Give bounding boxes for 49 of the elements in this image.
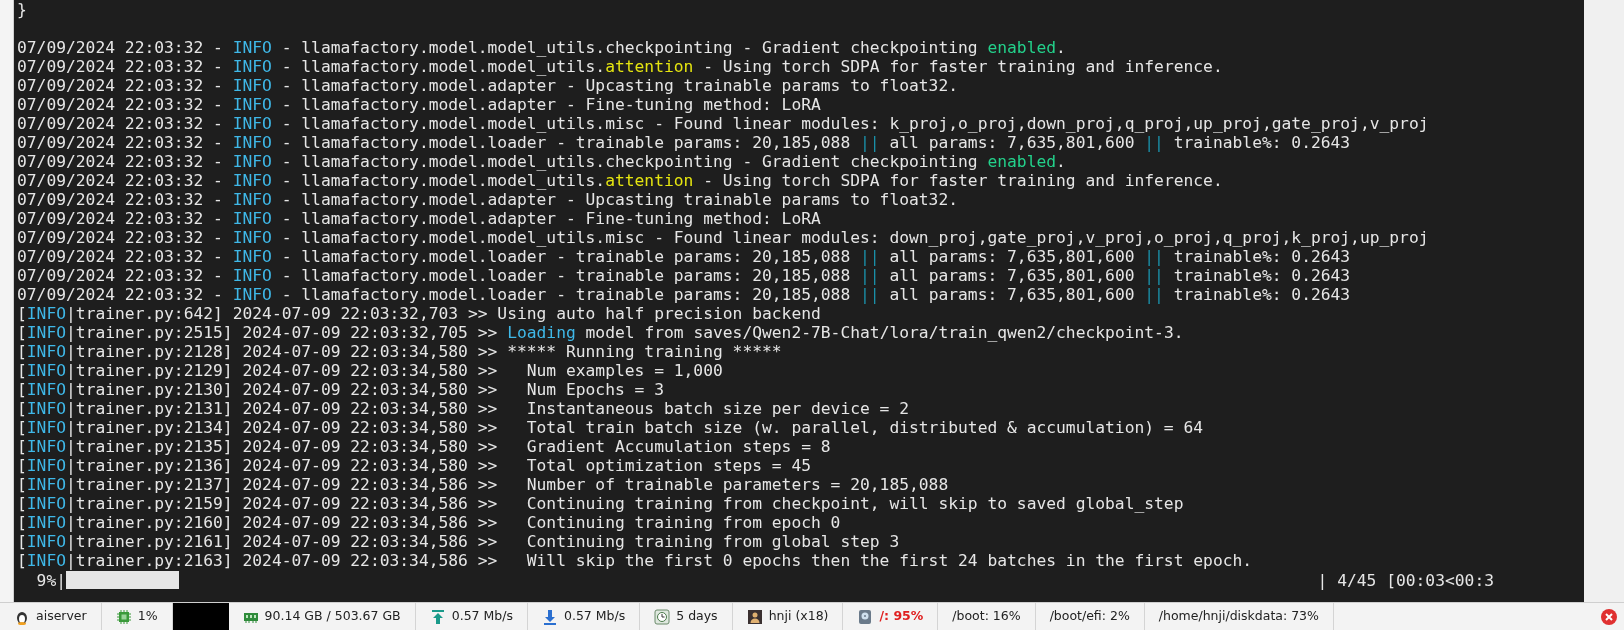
log-line: [INFO|trainer.py:642] 2024-07-09 22:03:32,703 >> Using auto half precision backend: [17, 304, 821, 323]
log-line: [INFO|trainer.py:2159] 2024-07-09 22:03:34,586 >> Continuing training from checkpoint, will skip to saved global_step: [17, 494, 1184, 513]
status-text: aiserver: [36, 607, 87, 626]
status-text: /home/hnji/diskdata: 73%: [1158, 607, 1319, 626]
log-line: 07/09/2024 22:03:32 - INFO - llamafactory.model.model_utils.checkpointing - Gradient checkpointing enabled.: [17, 38, 1066, 57]
log-line: [INFO|trainer.py:2134] 2024-07-09 22:03:34,580 >> Total train batch size (w. parallel, distributed & accumulation) = 64: [17, 418, 1204, 437]
log-line: 07/09/2024 22:03:32 - INFO - llamafactory.model.loader - trainable params: 20,185,088 || all params: 7,635,801,600 || trainable%: 0.2643: [17, 285, 1351, 304]
status-text: hnji (x18): [768, 607, 829, 626]
log-line: 07/09/2024 22:03:32 - INFO - llamafactory.model.loader - trainable params: 20,185,088 || all params: 7,635,801,600 || trainable%: 0.2643: [17, 247, 1351, 266]
log-line: [INFO|trainer.py:2515] 2024-07-09 22:03:32,705 >> Loading model from saves/Qwen2-7B-Chat/lora/train_qwen2/checkpoint-3.: [17, 323, 1184, 342]
status-text: /boot/efi: 2%: [1049, 607, 1130, 626]
status-text: 1%: [137, 607, 158, 626]
user-icon: [746, 608, 763, 625]
progress-status: | 4/45 [00:03<00:3: [1317, 570, 1494, 590]
log-line: 07/09/2024 22:03:32 - INFO - llamafactory.model.model_utils.attention - Using torch SDPA for faster training and inference.: [17, 171, 1223, 190]
progress-percent: 9%|: [35, 570, 66, 590]
status-text: 0.57 Mb/s: [563, 607, 626, 626]
log-line: [INFO|trainer.py:2128] 2024-07-09 22:03:34,580 >> ***** Running training *****: [17, 342, 782, 361]
log-line: 07/09/2024 22:03:32 - INFO - llamafactory.model.model_utils.attention - Using torch SDPA for faster training and inference.: [17, 57, 1223, 76]
log-line: 07/09/2024 22:03:32 - INFO - llamafactory.model.adapter - Upcasting trainable params to float32.: [17, 76, 959, 95]
log-line: [INFO|trainer.py:2135] 2024-07-09 22:03:34,580 >> Gradient Accumulation steps = 8: [17, 437, 831, 456]
log-line: [INFO|trainer.py:2161] 2024-07-09 22:03:34,586 >> Continuing training from global step 3: [17, 532, 900, 551]
log-line: [INFO|trainer.py:2160] 2024-07-09 22:03:34,586 >> Continuing training from epoch 0: [17, 513, 841, 532]
log-line: 07/09/2024 22:03:32 - INFO - llamafactory.model.adapter - Fine-tuning method: LoRA: [17, 209, 821, 228]
status-text: 90.14 GB / 503.67 GB: [264, 607, 401, 626]
close-icon[interactable]: [1600, 607, 1618, 626]
status-text: 5 days: [676, 607, 718, 626]
status-text: 0.57 Mb/s: [451, 607, 513, 626]
usage-graph: [172, 603, 229, 630]
log-line: [INFO|trainer.py:2136] 2024-07-09 22:03:34,580 >> Total optimization steps = 45: [17, 456, 811, 475]
log-line: 07/09/2024 22:03:32 - INFO - llamafactory.model.adapter - Fine-tuning method: LoRA: [17, 95, 821, 114]
log-line: 07/09/2024 22:03:32 - INFO - llamafactory.model.loader - trainable params: 20,185,088 || all params: 7,635,801,600 || trainable%: 0.2643: [17, 133, 1351, 152]
log-line: [INFO|trainer.py:2130] 2024-07-09 22:03:34,580 >> Num Epochs = 3: [17, 380, 664, 399]
status-text: /: 95%: [879, 607, 924, 626]
log-line: [INFO|trainer.py:2163] 2024-07-09 22:03:34,586 >> Will skip the first 0 epochs then the first 24 batches in the first epoch.: [17, 551, 1253, 570]
log-line: [INFO|trainer.py:2131] 2024-07-09 22:03:34,580 >> Instantaneous batch size per device = 2: [17, 399, 909, 418]
clock-icon: [654, 608, 671, 625]
log-line: 07/09/2024 22:03:32 - INFO - llamafactory.model.adapter - Upcasting trainable params to float32.: [17, 190, 959, 209]
log-line: [INFO|trainer.py:2137] 2024-07-09 22:03:34,586 >> Number of trainable parameters = 20,185,088: [17, 475, 949, 494]
log-line: 07/09/2024 22:03:32 - INFO - llamafactory.model.model_utils.misc - Found linear modules: k_proj,o_proj,down_proj,q_proj,up_proj,gate_proj,v_proj: [17, 114, 1429, 133]
log-line: 07/09/2024 22:03:32 - INFO - llamafactory.model.loader - trainable params: 20,185,088 || all params: 7,635,801,600 || trainable%: 0.2643: [17, 266, 1351, 285]
log-line: [INFO|trainer.py:2129] 2024-07-09 22:03:34,580 >> Num examples = 1,000: [17, 361, 723, 380]
download-icon: [541, 608, 558, 625]
chip-icon: [115, 608, 132, 625]
upload-icon: [429, 608, 446, 625]
log-line: }: [17, 0, 27, 19]
log-line: 07/09/2024 22:03:32 - INFO - llamafactory.model.model_utils.misc - Found linear modules: down_proj,gate_proj,v_proj,o_proj,q_proj,k_proj,up_proj: [17, 228, 1429, 247]
log-line: 07/09/2024 22:03:32 - INFO - llamafactory.model.model_utils.checkpointing - Gradient checkpointing enabled.: [17, 152, 1066, 171]
status-text: /boot: 16%: [952, 607, 1021, 626]
